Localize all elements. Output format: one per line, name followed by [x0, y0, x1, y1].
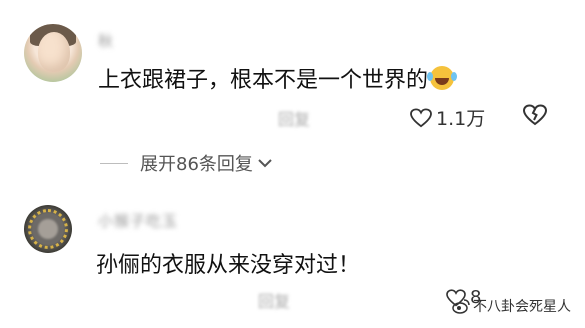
avatar-face	[38, 32, 70, 72]
comment-text: 孙俪的衣服从来没穿对过！	[96, 253, 361, 278]
username[interactable]: 小猴子吃玉	[98, 210, 178, 231]
chevron-down-icon	[257, 154, 273, 173]
expand-replies-label: 展开86条回复	[140, 154, 253, 175]
reply-button[interactable]: 回复	[258, 288, 290, 312]
heart-icon	[410, 107, 432, 128]
comment-text: 上衣跟裙子，根本不是一个世界的	[98, 62, 455, 94]
avatar[interactable]	[24, 24, 82, 82]
watermark: 不八卦会死星人	[452, 296, 571, 316]
watermark-text: 不八卦会死星人	[473, 299, 571, 315]
expand-replies-button[interactable]: 展开86条回复	[100, 150, 273, 176]
like-button[interactable]: 1.1万	[410, 104, 485, 131]
like-count: 1.1万	[436, 108, 486, 130]
comment-meta	[98, 290, 110, 306]
broken-heart-icon[interactable]	[523, 104, 547, 126]
comment-body: 上衣跟裙子，根本不是一个世界的	[98, 68, 429, 93]
rolling-laughing-emoji-icon	[427, 66, 455, 90]
weibo-logo-icon	[452, 298, 470, 314]
divider-line	[100, 162, 128, 164]
reply-button[interactable]: 回复	[278, 106, 310, 130]
avatar-center	[38, 219, 58, 239]
username[interactable]: 秋	[98, 30, 114, 51]
avatar[interactable]	[24, 205, 72, 253]
